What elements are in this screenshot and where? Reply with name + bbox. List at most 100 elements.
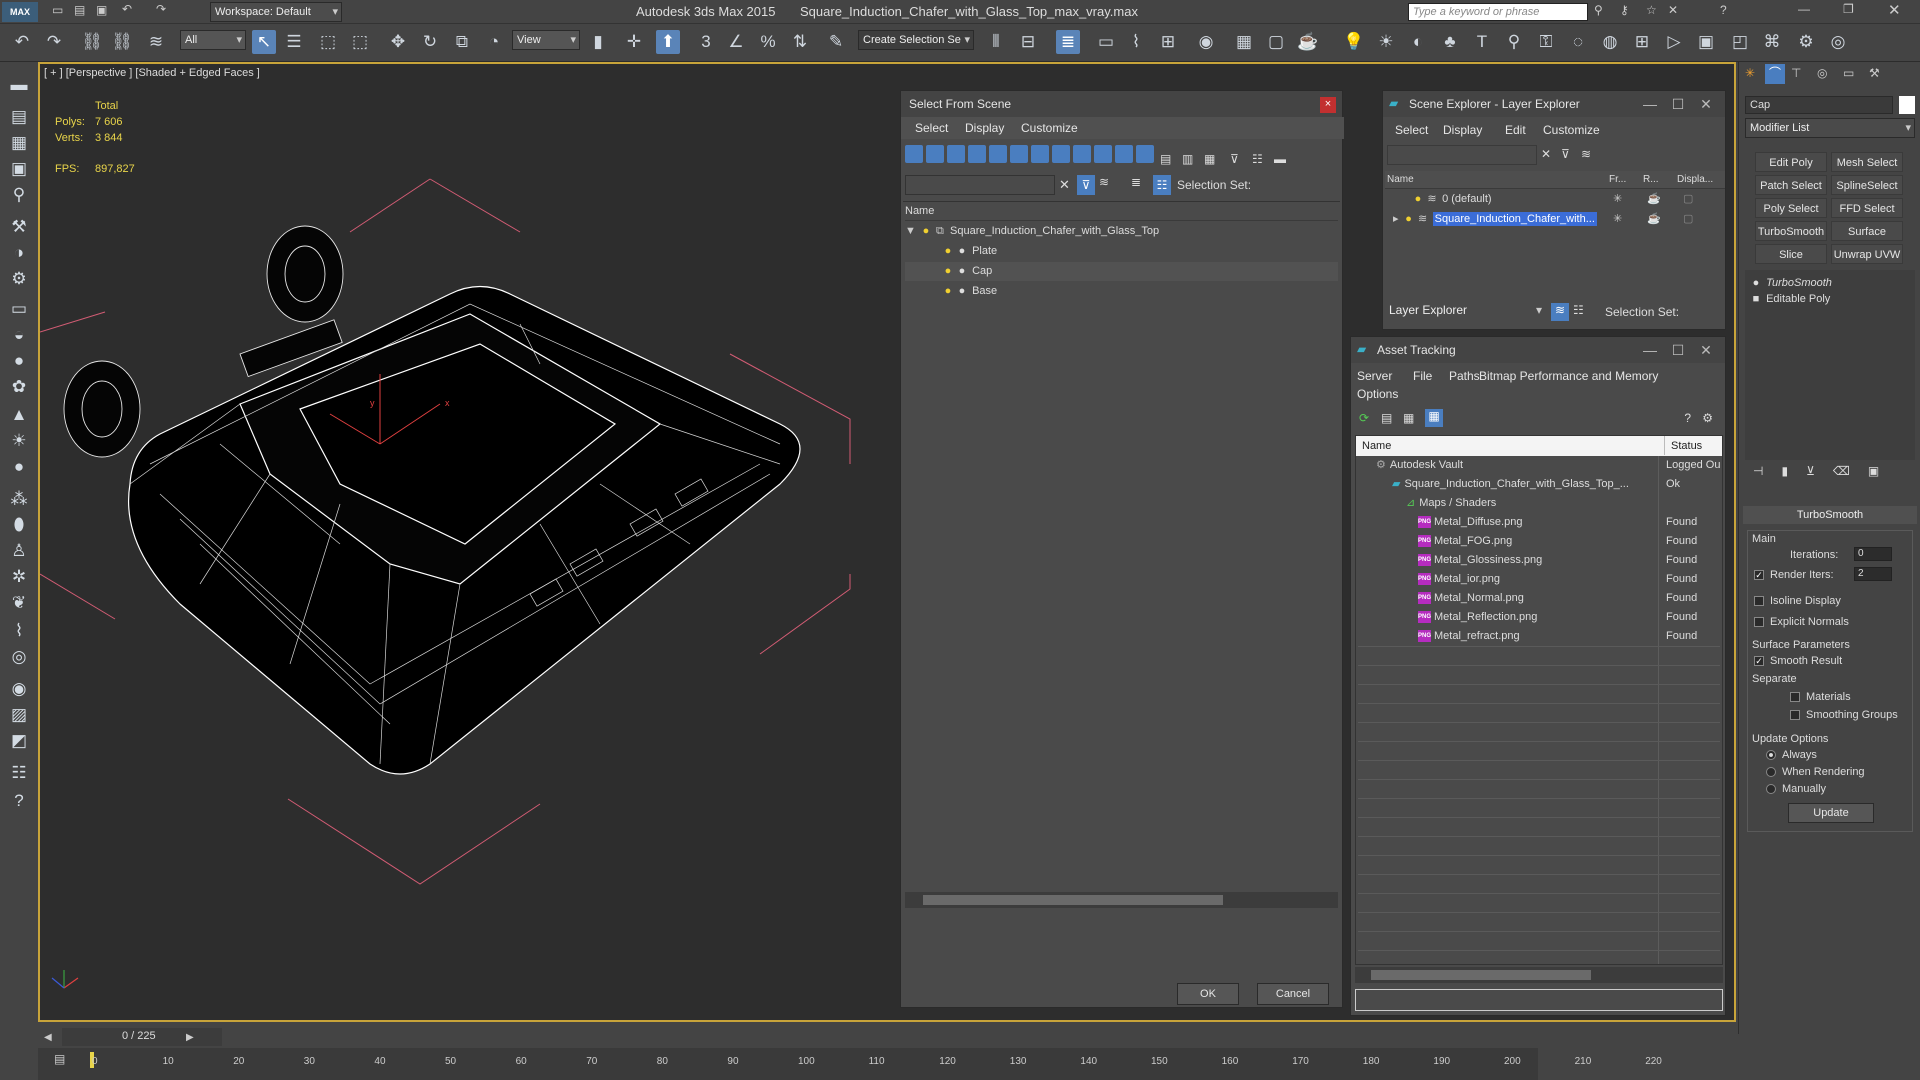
help-icon[interactable]: ?: [6, 788, 32, 814]
collapse-icon[interactable]: ▬: [1274, 152, 1292, 170]
show-end-result-icon[interactable]: ▮: [1781, 464, 1788, 478]
create-tab-icon[interactable]: ✳: [1745, 66, 1755, 80]
capsule-icon[interactable]: ⬮: [6, 512, 32, 538]
prev-frame-icon[interactable]: ◀: [44, 1032, 52, 1043]
hierarchy-tab-icon[interactable]: ⊤: [1791, 66, 1801, 80]
sun-icon[interactable]: ☀: [1374, 30, 1398, 54]
named-selection-set-dropdown[interactable]: Create Selection Se: [858, 30, 974, 50]
rendered-frame-icon[interactable]: ▢: [1264, 30, 1288, 54]
display-cameras-icon[interactable]: [968, 145, 986, 163]
configure-sets-icon[interactable]: ▣: [1868, 464, 1879, 478]
asset-row[interactable]: PNG Metal_Reflection.png Found: [1356, 608, 1722, 627]
drill-icon[interactable]: ⚒: [6, 214, 32, 240]
menu-options[interactable]: Options: [1357, 387, 1398, 401]
search-input[interactable]: Type a keyword or phrase: [1408, 3, 1588, 21]
material-editor-icon[interactable]: ◉: [1194, 30, 1218, 54]
render-icon[interactable]: ☕: [1647, 210, 1661, 229]
minimize-icon[interactable]: —: [1637, 337, 1663, 363]
move-icon[interactable]: ✥: [386, 30, 410, 54]
display-tab-icon[interactable]: ▭: [1843, 66, 1854, 80]
rotate-icon[interactable]: ↻: [418, 30, 442, 54]
mesh-select-button[interactable]: Mesh Select: [1831, 152, 1903, 172]
render-iters-checkbox[interactable]: ✓ Render Iters:: [1754, 569, 1834, 581]
modify-tab-icon[interactable]: ⌒: [1765, 64, 1785, 84]
explorer-search-input[interactable]: [1387, 145, 1537, 165]
explorer-type-dropdown[interactable]: Layer Explorer: [1385, 301, 1545, 323]
curve-editor-icon[interactable]: ⌇: [1124, 30, 1148, 54]
bulb-icon[interactable]: ●: [919, 222, 933, 241]
col-status[interactable]: Status: [1664, 436, 1702, 455]
place-icon[interactable]: ◔: [482, 30, 506, 54]
ball-icon[interactable]: ●: [6, 454, 32, 480]
display-none-icon[interactable]: ▥: [1182, 152, 1200, 170]
object-name-field[interactable]: Cap: [1745, 96, 1893, 114]
robot-icon[interactable]: ⚙: [6, 266, 32, 292]
layer-row-default[interactable]: ● ≋ 0 (default) ✳ ☕ ▢: [1385, 190, 1725, 209]
surface-select-button[interactable]: Surface Select: [1831, 221, 1903, 258]
tools-icon[interactable]: ✕: [1668, 3, 1678, 17]
teapot-icon[interactable]: ◌: [1566, 30, 1590, 54]
undo-icon[interactable]: ↶: [122, 2, 132, 16]
col-render[interactable]: R...: [1643, 171, 1659, 190]
toggle-ribbon-icon[interactable]: ▭: [1094, 30, 1118, 54]
display-containers-icon[interactable]: [1094, 145, 1112, 163]
asset-row[interactable]: ▰ Square_Induction_Chafer_with_Glass_Top_…: [1356, 475, 1722, 494]
iterations-spinner[interactable]: 0: [1854, 547, 1892, 561]
turbosmooth-rollout-header[interactable]: TurboSmooth: [1743, 506, 1917, 524]
tree-icon[interactable]: ♣: [1438, 30, 1462, 54]
lock-icon[interactable]: ⚿: [1534, 30, 1558, 54]
cone-icon[interactable]: ▲: [6, 402, 32, 428]
menu-server[interactable]: Server: [1357, 369, 1392, 383]
help-icon[interactable]: ?: [1720, 3, 1727, 17]
person-icon[interactable]: ♙: [6, 538, 32, 564]
rectangular-selection-icon[interactable]: ⬚: [316, 30, 340, 54]
funnel-icon[interactable]: ⊽: [1561, 147, 1570, 161]
circle-icon[interactable]: ●: [6, 348, 32, 374]
always-radio[interactable]: Always: [1766, 749, 1817, 761]
filter-active-icon[interactable]: ⊽: [1077, 175, 1095, 195]
close-icon[interactable]: ✕: [1693, 91, 1719, 117]
redo-button-icon[interactable]: ↷: [42, 30, 66, 54]
help-icon[interactable]: ?: [1684, 411, 1691, 425]
menu-bitmap-performance[interactable]: Bitmap Performance and Memory: [1479, 369, 1658, 383]
layer-stack-icon[interactable]: ≣: [1131, 175, 1141, 189]
modifier-list-dropdown[interactable]: Modifier List: [1745, 118, 1915, 138]
detail-view-icon[interactable]: ▦: [1403, 411, 1414, 425]
when-rendering-radio[interactable]: When Rendering: [1766, 766, 1865, 778]
minimize-icon[interactable]: —: [1637, 91, 1663, 117]
materials-checkbox[interactable]: Materials: [1790, 691, 1851, 703]
sun-icon[interactable]: ☀: [6, 428, 32, 454]
display-spacewarps-icon[interactable]: [1010, 145, 1028, 163]
hierarchy-icon[interactable]: ☷: [1252, 152, 1270, 170]
globe-icon[interactable]: ◎: [1826, 30, 1850, 54]
settings-icon[interactable]: ⚙: [1702, 411, 1713, 425]
layer-explorer-toggle-icon[interactable]: ≋: [1551, 303, 1569, 321]
poly-select-button[interactable]: Poly Select: [1755, 198, 1827, 218]
invert-display-icon[interactable]: ▦: [1204, 152, 1222, 170]
chart-icon[interactable]: ▨: [6, 702, 32, 728]
pivot-icon[interactable]: ▮: [586, 30, 610, 54]
horizontal-scrollbar[interactable]: [1355, 967, 1723, 983]
percent-snap-icon[interactable]: %: [756, 30, 780, 54]
asset-row[interactable]: PNG Metal_FOG.png Found: [1356, 532, 1722, 551]
stack-item-editable-poly[interactable]: ■ Editable Poly: [1749, 290, 1911, 309]
spline-select-button[interactable]: SplineSelect: [1831, 175, 1903, 195]
tree-row-cap[interactable]: ● ● Cap: [905, 262, 1338, 281]
smoothing-groups-checkbox[interactable]: Smoothing Groups: [1790, 709, 1898, 721]
select-by-name-icon[interactable]: ☰: [282, 30, 306, 54]
render-icon[interactable]: ⚙: [1794, 30, 1818, 54]
mesh-icon[interactable]: ⊞: [1630, 30, 1654, 54]
ffd-select-button[interactable]: FFD Select: [1831, 198, 1903, 218]
maximize-icon[interactable]: ☐: [1665, 91, 1691, 117]
explicit-normals-checkbox[interactable]: Explicit Normals: [1754, 616, 1849, 628]
align-icon[interactable]: ⊟: [1016, 30, 1040, 54]
menu-select[interactable]: Select: [915, 121, 948, 135]
utilities-tab-icon[interactable]: ⚒: [1869, 66, 1880, 80]
menu-customize[interactable]: Customize: [1021, 121, 1078, 135]
turbosmooth-button[interactable]: TurboSmooth: [1755, 221, 1827, 241]
selection-filter-dropdown[interactable]: All: [180, 30, 246, 50]
plant-icon[interactable]: ✿: [6, 374, 32, 400]
horizontal-scrollbar[interactable]: [905, 892, 1338, 908]
track-bar[interactable]: ▤ 0 10 20 30 40 50 60 70 80 90 100 110 120 130 140 150 1…: [38, 1048, 1662, 1080]
stack-icon[interactable]: ▤: [6, 104, 32, 130]
